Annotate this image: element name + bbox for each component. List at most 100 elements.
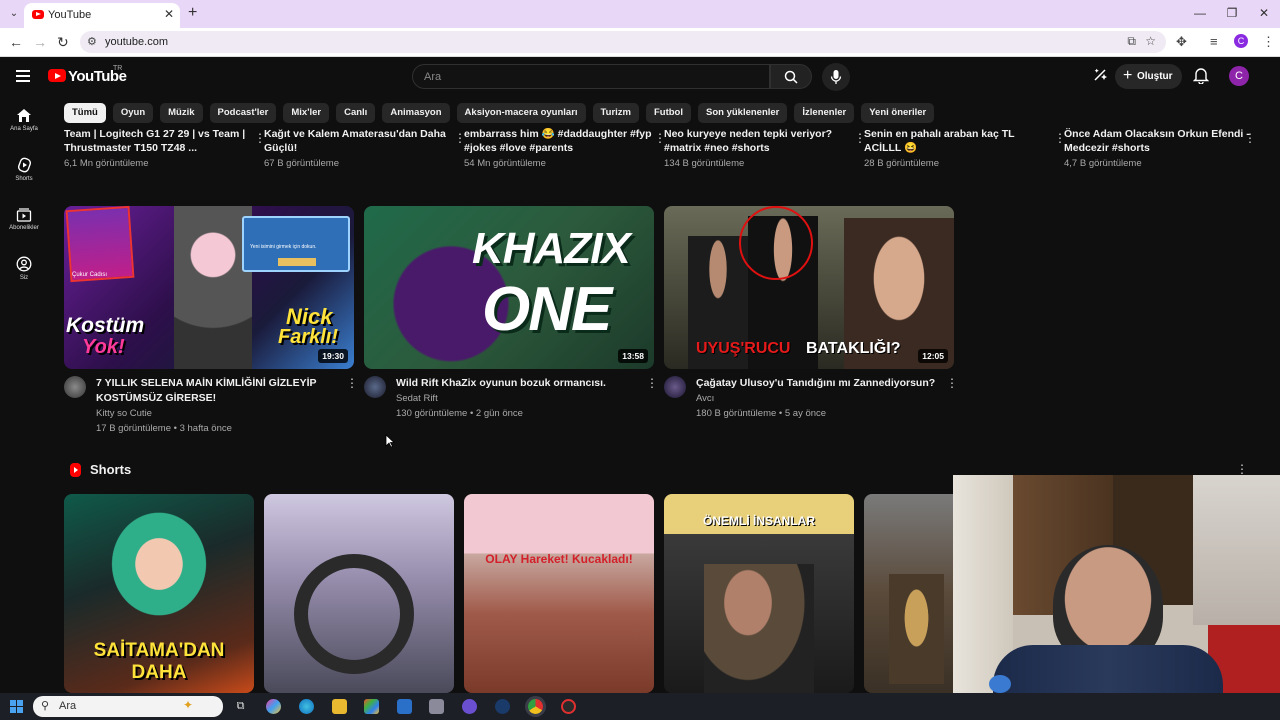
video-title[interactable]: Kağıt ve Kalem Amaterasu'dan Daha Güçlü! xyxy=(264,127,454,155)
video-title[interactable]: embarrass him 😂 #daddaughter #fyp #jokes… xyxy=(464,127,654,155)
video-title[interactable]: Senin en pahalı araban kaç TL ACİLLL 😆 xyxy=(864,127,1054,155)
outlook-icon[interactable] xyxy=(397,699,412,714)
thumb-text: Yok! xyxy=(82,336,125,358)
video-title[interactable]: Team | Logitech G1 27 29 | vs Team | Thr… xyxy=(64,127,254,155)
video-meta: 28 B görüntüleme xyxy=(864,158,939,169)
youtube-header: YouTube TR Oluştur C xyxy=(0,57,1280,97)
install-app-icon[interactable]: ⧉ xyxy=(1127,34,1136,49)
chip-animation[interactable]: Animasyon xyxy=(382,103,450,123)
shorts-more-icon[interactable]: ⋮ xyxy=(1236,462,1248,476)
forward-button[interactable]: → xyxy=(33,34,47,50)
sidebar-item-shorts[interactable]: Shorts xyxy=(0,157,48,182)
channel-avatar[interactable] xyxy=(664,376,686,398)
close-window-button[interactable]: ✕ xyxy=(1248,0,1280,28)
search-input[interactable] xyxy=(413,65,769,88)
windows-start-icon[interactable] xyxy=(10,700,23,713)
tab-close-icon[interactable]: ✕ xyxy=(164,7,174,21)
gemini-sparkle-icon[interactable] xyxy=(1092,67,1108,83)
subscriptions-icon xyxy=(16,208,32,222)
channel-name[interactable]: Sedat Rift xyxy=(396,393,438,404)
short-card[interactable]: SAİTAMA'DAN DAHA xyxy=(64,494,254,693)
streamer-shirt xyxy=(993,645,1223,693)
search-button[interactable] xyxy=(770,64,812,89)
address-bar[interactable]: ⚙ youtube.com ☆ ⧉ xyxy=(80,31,1166,53)
back-button[interactable]: ← xyxy=(9,34,23,50)
task-view-icon[interactable]: ⧉ xyxy=(233,699,248,714)
site-info-icon[interactable]: ⚙ xyxy=(87,35,97,48)
video-title[interactable]: Önce Adam Olacaksın Orkun Efendi - Medce… xyxy=(1064,127,1254,155)
chip-recently-uploaded[interactable]: Son yüklenenler xyxy=(698,103,788,123)
discord-icon[interactable] xyxy=(462,699,477,714)
browser-tab[interactable]: YouTube ✕ xyxy=(24,3,180,28)
edge-browser-icon[interactable] xyxy=(299,699,314,714)
video-card[interactable]: UYUŞ'RUCU BATAKLIĞI? 12:05 Çağatay Uluso… xyxy=(664,206,958,419)
sidebar-item-subscriptions[interactable]: Abonelikler xyxy=(0,207,48,231)
browser-toolbar: ← → ↻ ⚙ youtube.com ☆ ⧉ ✥ ≡ ⋮ xyxy=(0,28,1280,57)
tab-search-button[interactable]: ⌄ xyxy=(6,6,22,22)
reload-button[interactable]: ↻ xyxy=(57,34,69,51)
chip-music[interactable]: Müzik xyxy=(160,103,203,123)
file-explorer-icon[interactable] xyxy=(332,699,347,714)
browser-menu-icon[interactable]: ⋮ xyxy=(1262,34,1275,50)
video-title[interactable]: 7 YILLIK SELENA MAİN KİMLİĞİNİ GİZLEYİP … xyxy=(96,376,336,406)
voice-search-button[interactable] xyxy=(822,63,850,91)
youtube-logo-icon[interactable] xyxy=(48,69,66,82)
sidebar-item-home[interactable]: Ana Sayfa xyxy=(0,108,48,132)
create-button[interactable]: Oluştur xyxy=(1115,63,1182,89)
restore-button[interactable]: ❐ xyxy=(1216,0,1248,28)
video-item[interactable]: embarrass him 😂 #daddaughter #fyp #jokes… xyxy=(464,127,666,169)
video-thumbnail[interactable]: KHAZIX ONE 13:58 xyxy=(364,206,654,369)
chip-podcasts[interactable]: Podcast'ler xyxy=(209,103,277,123)
app-icon[interactable] xyxy=(429,699,444,714)
short-card[interactable] xyxy=(264,494,454,693)
chip-all[interactable]: Tümü xyxy=(64,103,106,123)
reading-list-icon[interactable]: ≡ xyxy=(1210,34,1218,49)
short-card[interactable]: OLAY Hareket! Kucakladı! xyxy=(464,494,654,693)
chip-watched[interactable]: İzlenenler xyxy=(794,103,855,123)
menu-icon[interactable] xyxy=(16,70,30,82)
notifications-bell-icon[interactable] xyxy=(1193,67,1209,84)
chip-games[interactable]: Oyun xyxy=(112,103,154,123)
chip-football[interactable]: Futbol xyxy=(645,103,691,123)
more-actions-icon[interactable]: ⋮ xyxy=(1244,131,1256,145)
minimize-button[interactable]: — xyxy=(1184,0,1216,28)
channel-name[interactable]: Avcı xyxy=(696,393,714,404)
bookmark-star-icon[interactable]: ☆ xyxy=(1145,34,1156,48)
extensions-icon[interactable]: ✥ xyxy=(1176,34,1187,50)
video-thumbnail[interactable]: Yeni isimini girmek için dokun. Çukur Ca… xyxy=(64,206,354,369)
channel-avatar[interactable] xyxy=(364,376,386,398)
obs-icon[interactable] xyxy=(561,699,576,714)
video-title[interactable]: Çağatay Ulusoy'u Tanıdığını mı Zannediyo… xyxy=(696,376,936,391)
more-actions-icon[interactable]: ⋮ xyxy=(346,376,358,390)
video-card[interactable]: Yeni isimini girmek için dokun. Çukur Ca… xyxy=(64,206,358,434)
video-item[interactable]: Team | Logitech G1 27 29 | vs Team | Thr… xyxy=(64,127,266,169)
video-title[interactable]: Wild Rift KhaZix oyunun bozuk ormancısı. xyxy=(396,376,636,391)
more-actions-icon[interactable]: ⋮ xyxy=(646,376,658,390)
video-item[interactable]: Önce Adam Olacaksın Orkun Efendi - Medce… xyxy=(1064,127,1256,169)
microsoft-store-icon[interactable] xyxy=(364,699,379,714)
steam-icon[interactable] xyxy=(495,699,510,714)
chip-action-adventure[interactable]: Aksiyon-macera oyunları xyxy=(456,103,586,123)
taskbar-search[interactable]: ⚲ Ara ✦ xyxy=(33,696,223,717)
channel-avatar[interactable] xyxy=(64,376,86,398)
chip-live[interactable]: Canlı xyxy=(336,103,376,123)
channel-name[interactable]: Kitty so Cutie xyxy=(96,408,152,419)
more-actions-icon[interactable]: ⋮ xyxy=(946,376,958,390)
short-card[interactable] xyxy=(864,494,953,693)
video-item[interactable]: Senin en pahalı araban kaç TL ACİLLL 😆 2… xyxy=(864,127,1066,169)
account-avatar[interactable]: C xyxy=(1229,66,1249,86)
copilot-icon[interactable] xyxy=(266,699,281,714)
chip-mixes[interactable]: Mix'ler xyxy=(283,103,330,123)
chip-tourism[interactable]: Turizm xyxy=(592,103,639,123)
video-title[interactable]: Neo kuryeye neden tepki veriyor? #matrix… xyxy=(664,127,854,155)
short-card[interactable]: ÖNEMLİ İNSANLAR xyxy=(664,494,854,693)
new-tab-button[interactable]: + xyxy=(188,4,197,22)
sidebar-item-you[interactable]: Siz xyxy=(0,256,48,281)
browser-profile-avatar[interactable]: C xyxy=(1234,34,1248,48)
video-item[interactable]: Kağıt ve Kalem Amaterasu'dan Daha Güçlü!… xyxy=(264,127,466,169)
chrome-icon[interactable] xyxy=(528,699,543,714)
chip-new-to-you[interactable]: Yeni öneriler xyxy=(861,103,935,123)
video-card[interactable]: KHAZIX ONE 13:58 Wild Rift KhaZix oyunun… xyxy=(364,206,658,419)
video-thumbnail[interactable]: UYUŞ'RUCU BATAKLIĞI? 12:05 xyxy=(664,206,954,369)
video-item[interactable]: Neo kuryeye neden tepki veriyor? #matrix… xyxy=(664,127,866,169)
